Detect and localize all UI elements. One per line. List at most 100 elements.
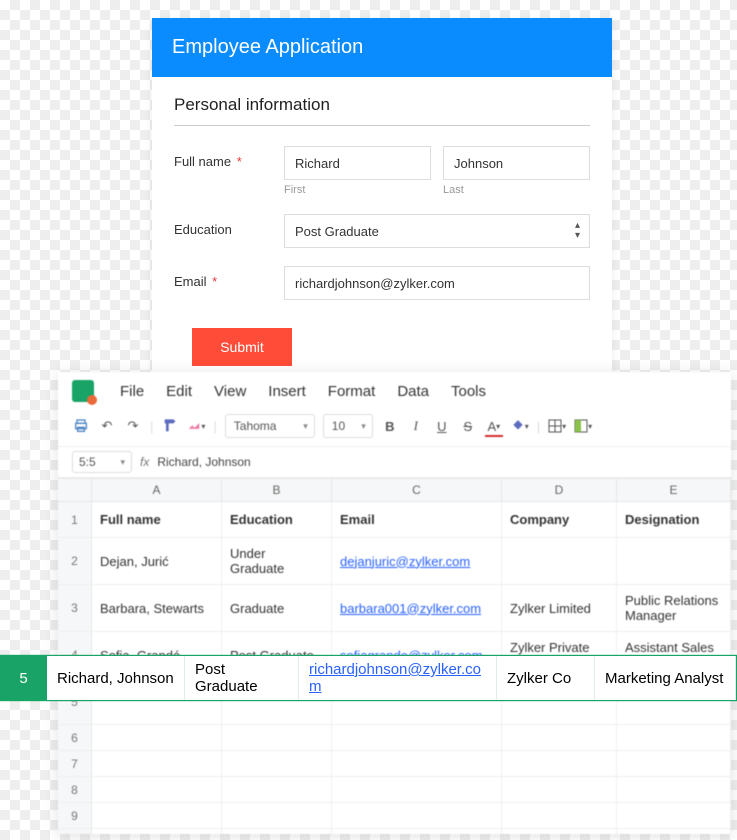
header-cell[interactable]: Email — [332, 502, 502, 537]
rownum[interactable]: 10 — [58, 829, 92, 834]
cell-company[interactable] — [502, 538, 617, 584]
cell-full-name[interactable]: Dejan, Jurić — [92, 538, 222, 584]
cell[interactable] — [502, 803, 617, 828]
cell-email[interactable]: dejanjuric@zylker.com — [332, 538, 502, 584]
cell-education[interactable]: Under Graduate — [222, 538, 332, 584]
cell[interactable] — [332, 803, 502, 828]
cell[interactable] — [617, 751, 731, 776]
table-row: 8 — [58, 777, 731, 803]
rownum[interactable]: 1 — [58, 502, 92, 537]
cell[interactable] — [332, 829, 502, 834]
cell[interactable] — [222, 803, 332, 828]
merge-icon[interactable]: ▾ — [574, 417, 592, 435]
menu-data[interactable]: Data — [397, 383, 429, 400]
cell-designation[interactable] — [617, 538, 731, 584]
strike-icon[interactable]: S — [459, 417, 477, 435]
email-input[interactable] — [284, 266, 590, 300]
email-link[interactable]: richardjohnson@zylker.com — [309, 661, 486, 695]
rownum[interactable]: 9 — [58, 803, 92, 828]
last-name-input[interactable] — [443, 146, 590, 180]
header-row: 1 Full name Education Email Company Desi… — [58, 502, 731, 538]
cell-full-name[interactable]: Richard, Johnson — [47, 656, 185, 700]
cell[interactable] — [502, 829, 617, 834]
cell[interactable] — [92, 751, 222, 776]
cell[interactable] — [617, 803, 731, 828]
cell-company[interactable]: Zylker Limited — [502, 585, 617, 631]
borders-icon[interactable]: ▾ — [548, 417, 566, 435]
menu-file[interactable]: File — [120, 383, 144, 400]
menu-edit[interactable]: Edit — [166, 383, 192, 400]
cell[interactable] — [332, 725, 502, 750]
header-cell[interactable]: Designation — [617, 502, 731, 537]
font-family-select[interactable]: Tahoma — [225, 414, 315, 438]
cell[interactable] — [332, 751, 502, 776]
cell[interactable] — [332, 777, 502, 802]
first-name-sublabel: First — [284, 184, 431, 196]
cell-designation[interactable]: Marketing Analyst — [595, 656, 736, 700]
cell-designation[interactable]: Public Relations Manager — [617, 585, 731, 631]
clear-format-icon[interactable]: ▾ — [187, 417, 205, 435]
cell-education[interactable]: Graduate — [222, 585, 332, 631]
formula-bar[interactable]: Richard, Johnson — [157, 455, 250, 469]
education-value[interactable] — [284, 214, 590, 248]
rownum[interactable]: 8 — [58, 777, 92, 802]
rownum[interactable]: 7 — [58, 751, 92, 776]
menu-format[interactable]: Format — [328, 383, 376, 400]
first-name-input[interactable] — [284, 146, 431, 180]
cell[interactable] — [222, 725, 332, 750]
cell-company[interactable]: Zylker Co — [497, 656, 595, 700]
cell-email[interactable]: barbara001@zylker.com — [332, 585, 502, 631]
cell[interactable] — [92, 829, 222, 834]
fill-color-icon[interactable]: ▾ — [511, 417, 529, 435]
menu-tools[interactable]: Tools — [451, 383, 486, 400]
cell[interactable] — [92, 777, 222, 802]
cell[interactable] — [502, 751, 617, 776]
header-cell[interactable]: Education — [222, 502, 332, 537]
cell[interactable] — [617, 725, 731, 750]
table-row: 9 — [58, 803, 731, 829]
table-row: 7 — [58, 751, 731, 777]
rownum[interactable]: 2 — [58, 538, 92, 584]
cell-education[interactable]: Post Graduate — [185, 656, 299, 700]
cell-email[interactable]: richardjohnson@zylker.com — [299, 656, 497, 700]
cell[interactable] — [502, 725, 617, 750]
header-cell[interactable]: Company — [502, 502, 617, 537]
submit-button[interactable]: Submit — [192, 328, 292, 366]
rownum[interactable]: 6 — [58, 725, 92, 750]
rownum[interactable]: 3 — [58, 585, 92, 631]
cell[interactable] — [617, 829, 731, 834]
select-all-corner[interactable] — [58, 479, 92, 501]
cell[interactable] — [222, 751, 332, 776]
text-color-icon[interactable]: A▾ — [485, 417, 503, 435]
menu-view[interactable]: View — [214, 383, 246, 400]
email-link[interactable]: dejanjuric@zylker.com — [340, 554, 470, 569]
name-box[interactable]: 5:5 ▾ — [72, 451, 132, 473]
cell[interactable] — [617, 777, 731, 802]
cell[interactable] — [222, 777, 332, 802]
paint-format-icon[interactable] — [161, 417, 179, 435]
col-E[interactable]: E — [617, 479, 731, 501]
underline-icon[interactable]: U — [433, 417, 451, 435]
undo-icon[interactable]: ↶ — [98, 417, 116, 435]
col-A[interactable]: A — [92, 479, 222, 501]
education-select[interactable]: ▴▾ — [284, 214, 590, 248]
redo-icon[interactable]: ↷ — [124, 417, 142, 435]
email-link[interactable]: barbara001@zylker.com — [340, 601, 481, 616]
menu-insert[interactable]: Insert — [268, 383, 306, 400]
col-C[interactable]: C — [332, 479, 502, 501]
header-cell[interactable]: Full name — [92, 502, 222, 537]
italic-icon[interactable]: I — [407, 417, 425, 435]
col-D[interactable]: D — [502, 479, 617, 501]
font-size-select[interactable]: 10 — [323, 414, 373, 438]
cell[interactable] — [222, 829, 332, 834]
rownum[interactable]: 5 — [1, 656, 47, 700]
col-B[interactable]: B — [222, 479, 332, 501]
cell-full-name[interactable]: Barbara, Stewarts — [92, 585, 222, 631]
print-icon[interactable] — [72, 417, 90, 435]
separator-icon: | — [150, 419, 153, 434]
cell[interactable] — [92, 803, 222, 828]
cell[interactable] — [502, 777, 617, 802]
label-email: Email * — [174, 266, 284, 289]
bold-icon[interactable]: B — [381, 417, 399, 435]
cell[interactable] — [92, 725, 222, 750]
